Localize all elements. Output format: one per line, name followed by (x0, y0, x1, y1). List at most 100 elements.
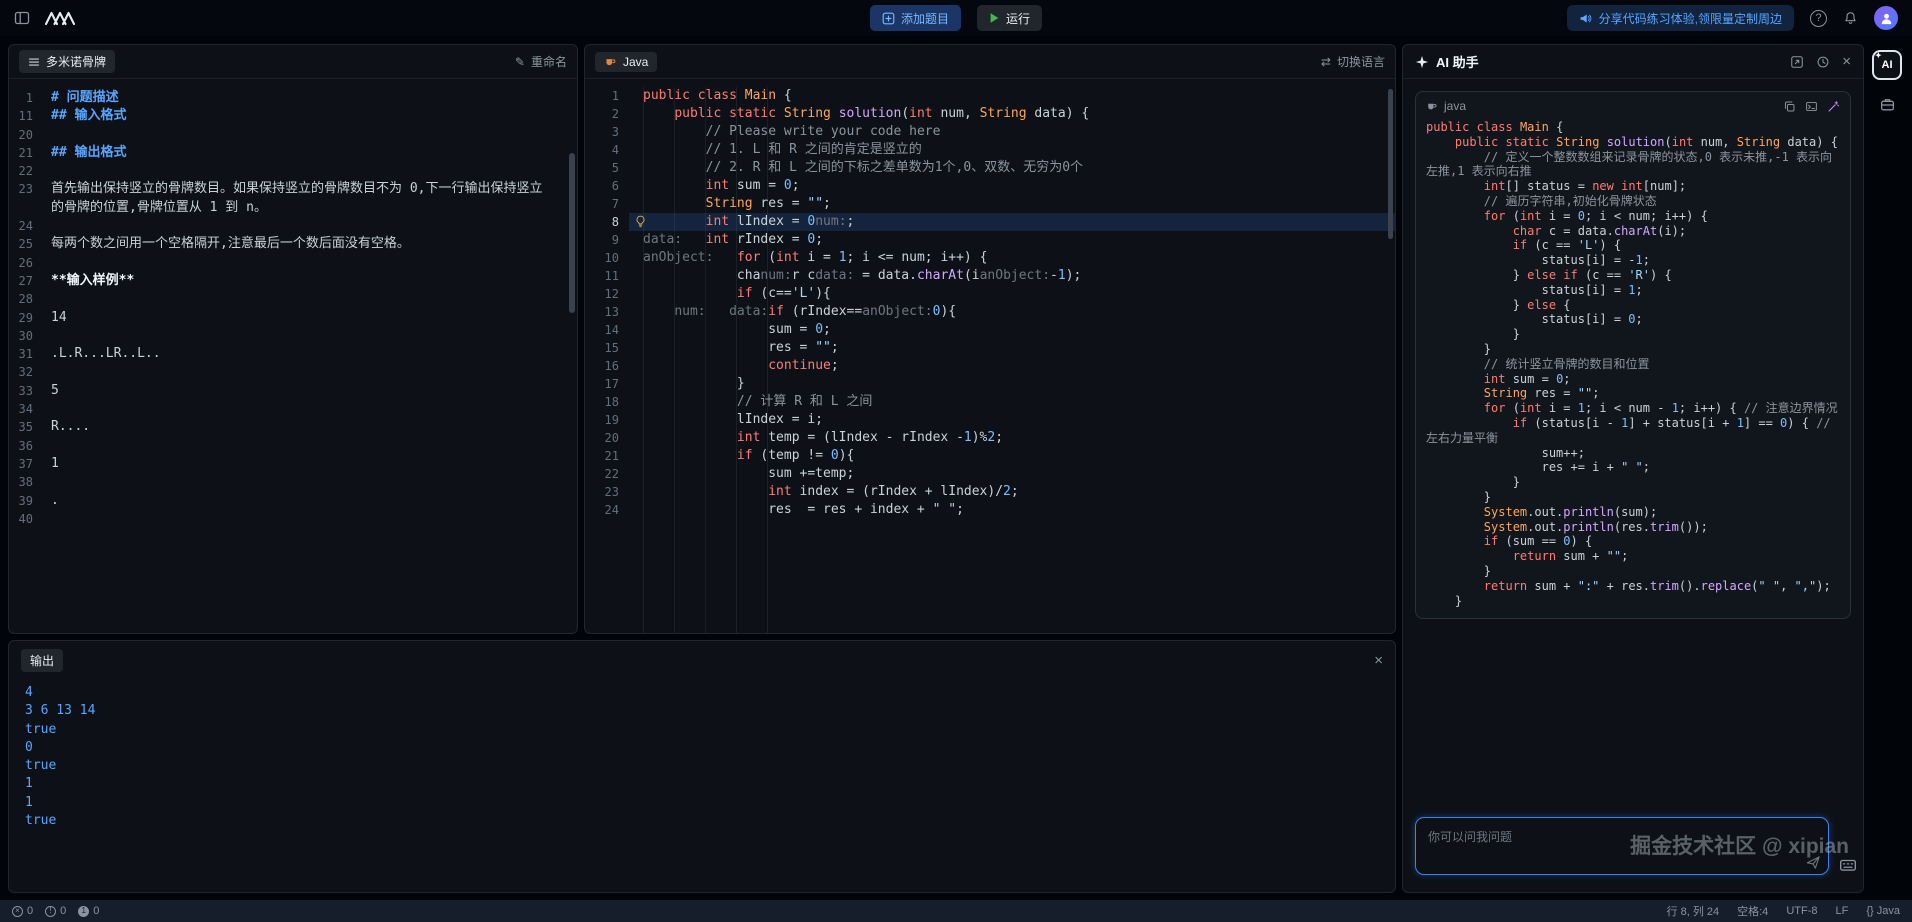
share-banner[interactable]: 分享代码练习体验,领限量定制周边 (1567, 5, 1794, 31)
code-editor[interactable]: 123456789101112131415161718192021222324 … (585, 79, 1395, 633)
ai-code-line: res += i + " "; (1426, 460, 1840, 475)
ai-question-input[interactable] (1415, 817, 1829, 875)
indentation-setting[interactable]: 空格:4 (1737, 903, 1768, 919)
ai-toggle-button[interactable]: ✦ AI (1872, 50, 1902, 80)
problem-line[interactable]: 35R.... (9, 418, 571, 436)
problem-line[interactable]: 23首先输出保持竖立的骨牌数目。如果保持竖立的骨牌数目不为 0,下一行输出保持竖… (9, 180, 571, 217)
ai-code-line: public static String solution(int num, S… (1426, 135, 1840, 150)
bell-icon[interactable] (1843, 11, 1858, 26)
code-line[interactable]: int sum = 0; (629, 177, 1395, 195)
send-icon[interactable] (1806, 855, 1821, 870)
editor-code[interactable]: public class Main { public static String… (629, 87, 1395, 633)
code-line[interactable]: lIndex = i; (629, 411, 1395, 429)
export-icon[interactable] (1790, 55, 1804, 69)
right-toolbar: ✦ AI (1870, 44, 1904, 893)
cursor-position[interactable]: 行 8, 列 24 (1667, 903, 1720, 919)
problem-line[interactable]: 36 (9, 437, 571, 455)
code-line[interactable]: res = res + index + " "; (629, 501, 1395, 519)
problem-line[interactable]: 11## 输入格式 (9, 107, 571, 125)
code-line[interactable]: continue; (629, 357, 1395, 375)
problem-line[interactable]: 32 (9, 363, 571, 381)
problem-line[interactable]: 40 (9, 510, 571, 528)
code-line[interactable]: // 2. R 和 L 之间的下标之差单数为1个,0、双数、无穷为0个 (629, 159, 1395, 177)
problem-line[interactable]: 20 (9, 126, 571, 144)
editor-gutter: 123456789101112131415161718192021222324 (585, 87, 629, 633)
ai-close-icon[interactable]: × (1842, 53, 1851, 70)
code-line[interactable]: res = ""; (629, 339, 1395, 357)
line-number: 11 (585, 267, 629, 285)
ai-assistant-panel: AI 助手 × java public class Main { public … (1402, 44, 1864, 893)
editor-scrollbar[interactable] (1388, 89, 1393, 239)
problem-text: ## 输出格式 (51, 144, 571, 162)
problem-line[interactable]: 24 (9, 217, 571, 235)
language-mode[interactable]: {} Java (1866, 905, 1900, 917)
code-line[interactable]: int temp = (lIndex - rIndex -1)%2; (629, 429, 1395, 447)
problem-line[interactable]: 26 (9, 254, 571, 272)
eol-setting[interactable]: LF (1835, 905, 1848, 917)
problem-text: 5 (51, 382, 571, 400)
ai-code-line: // 定义一个整数数组来记录骨牌的状态,0 表示未推,-1 表示向左推,1 表示… (1426, 150, 1840, 180)
run-button[interactable]: 运行 (977, 5, 1042, 31)
problem-line[interactable]: 27**输入样例** (9, 272, 571, 290)
output-close-icon[interactable]: × (1374, 653, 1383, 668)
problem-line[interactable]: 21## 输出格式 (9, 144, 571, 162)
problem-line[interactable]: 22 (9, 162, 571, 180)
code-line[interactable]: // 1. L 和 R 之间的肯定是竖立的 (629, 141, 1395, 159)
app-logo[interactable] (44, 10, 76, 26)
code-line[interactable]: String res = ""; (629, 195, 1395, 213)
keyboard-shortcut-icon[interactable] (1839, 856, 1857, 874)
problem-line[interactable]: 39. (9, 492, 571, 510)
add-problem-button[interactable]: 添加题目 (870, 5, 961, 31)
problem-line[interactable]: 34 (9, 400, 571, 418)
line-number: 31 (9, 345, 51, 363)
one-count[interactable]: 10 (78, 905, 99, 917)
code-line[interactable]: data: int rIndex = 0; (629, 231, 1395, 249)
code-line[interactable]: int index = (rIndex + lIndex)/2; (629, 483, 1395, 501)
problem-line[interactable]: 31.L.R...LR..L.. (9, 345, 571, 363)
code-line[interactable]: public static String solution(int num, S… (629, 105, 1395, 123)
code-line[interactable]: // Please write your code here (629, 123, 1395, 141)
problem-line[interactable]: 335 (9, 382, 571, 400)
code-line[interactable]: num: data:if (rIndex==anObject:0){ (629, 303, 1395, 321)
ai-code-line: } (1426, 342, 1840, 357)
error-icon: × (12, 906, 23, 917)
help-icon[interactable]: ? (1810, 10, 1827, 27)
user-avatar[interactable] (1874, 6, 1898, 30)
problem-line[interactable]: 25每两个数之间用一个空格隔开,注意最后一个数后面没有空格。 (9, 235, 571, 253)
problem-line[interactable]: 1# 问题描述 (9, 89, 571, 107)
warning-count[interactable]: !0 (45, 905, 66, 917)
code-line[interactable]: anObject: for (int i = 1; i <= num; i++)… (629, 249, 1395, 267)
error-count[interactable]: ×0 (12, 905, 33, 917)
sidebar-toggle-icon[interactable] (14, 10, 30, 26)
problem-line[interactable]: 38 (9, 473, 571, 491)
problem-line[interactable]: 30 (9, 327, 571, 345)
history-icon[interactable] (1816, 55, 1830, 69)
insert-code-icon[interactable] (1805, 100, 1818, 113)
problem-line[interactable]: 28 (9, 290, 571, 308)
language-tab-java[interactable]: Java (595, 52, 657, 72)
magic-wand-icon[interactable] (1827, 100, 1840, 113)
code-line[interactable]: if (c=='L'){ (629, 285, 1395, 303)
rename-button[interactable]: ✎ 重命名 (515, 53, 567, 70)
problem-title-chip[interactable]: 多米诺骨牌 (19, 50, 115, 73)
code-line[interactable]: // 计算 R 和 L 之间 (629, 393, 1395, 411)
code-line[interactable]: sum = 0; (629, 321, 1395, 339)
problem-scrollbar[interactable] (569, 153, 575, 313)
code-line[interactable]: public class Main { (629, 87, 1395, 105)
encoding-setting[interactable]: UTF-8 (1786, 905, 1817, 917)
problem-line[interactable]: 2914 (9, 309, 571, 327)
code-line[interactable]: int lIndex = 0num:; (629, 213, 1395, 231)
line-number: 36 (9, 437, 51, 455)
list-icon (28, 56, 40, 68)
toolbox-icon[interactable] (1879, 96, 1896, 113)
problem-line[interactable]: 371 (9, 455, 571, 473)
code-line[interactable]: if (temp != 0){ (629, 447, 1395, 465)
output-tab[interactable]: 输出 (21, 649, 63, 672)
code-line[interactable]: } (629, 375, 1395, 393)
lightbulb-icon[interactable] (634, 215, 647, 228)
code-line[interactable]: sum +=temp; (629, 465, 1395, 483)
copy-icon[interactable] (1783, 100, 1796, 113)
problem-lines[interactable]: 1# 问题描述11## 输入格式2021## 输出格式2223首先输出保持竖立的… (9, 79, 577, 528)
switch-language-button[interactable]: ⇄ 切换语言 (1321, 53, 1385, 70)
code-line[interactable]: chanum:r cdata: = data.charAt(ianObject:… (629, 267, 1395, 285)
